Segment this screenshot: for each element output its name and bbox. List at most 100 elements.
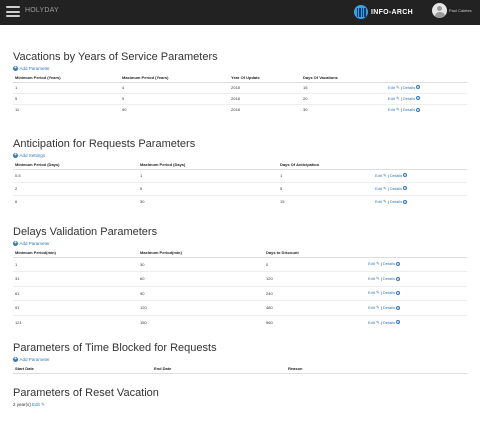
edit-link[interactable]: Edit: [375, 199, 382, 204]
info-icon[interactable]: i: [396, 291, 401, 296]
details-link[interactable]: Details: [390, 199, 402, 204]
info-icon[interactable]: i: [403, 199, 408, 204]
edit-link[interactable]: Edit: [368, 276, 375, 281]
edit-link[interactable]: Edit: [368, 261, 375, 266]
row-actions: Edit ✎|Details i: [373, 194, 467, 208]
anticipation-table: Minimum Period (Days) Maximum Period (Da…: [13, 160, 467, 208]
add-vacation-parameter-button[interactable]: + Add Parameter: [13, 65, 467, 72]
table-cell: 30: [301, 103, 386, 115]
details-link[interactable]: Details: [383, 261, 395, 266]
info-icon[interactable]: i: [416, 107, 421, 112]
edit-link[interactable]: Edit: [368, 320, 375, 325]
reset-vacation-value: 2 year(s): [13, 402, 31, 407]
table-cell: 5: [13, 92, 120, 104]
pencil-icon[interactable]: ✎: [396, 96, 400, 102]
pencil-icon[interactable]: ✎: [396, 107, 400, 113]
details-link[interactable]: Details: [383, 305, 395, 310]
reset-edit-link[interactable]: Edit: [32, 402, 40, 407]
delays-title: Delays Validation Parameters: [13, 226, 158, 238]
edit-link[interactable]: Edit: [388, 96, 395, 101]
column-header: Maximum Period(min): [138, 248, 264, 258]
reset-vacation-value-line: 2 year(s) Edit ✎: [13, 402, 467, 408]
info-icon[interactable]: i: [416, 96, 421, 101]
hamburger-menu-icon[interactable]: [6, 6, 20, 17]
add-time-blocked-parameter-button[interactable]: + Add Parameter: [13, 356, 467, 363]
pencil-icon[interactable]: ✎: [41, 402, 45, 408]
info-icon[interactable]: i: [403, 186, 408, 191]
table-cell: 2: [13, 181, 138, 195]
details-link[interactable]: Details: [390, 186, 402, 191]
pencil-icon[interactable]: ✎: [383, 199, 387, 205]
plus-circle-icon: +: [13, 356, 18, 362]
anticipation-title: Anticipation for Requests Parameters: [13, 138, 196, 150]
edit-link[interactable]: Edit: [368, 305, 375, 310]
edit-link[interactable]: Edit: [375, 186, 382, 191]
table-cell: 150: [138, 314, 264, 330]
row-actions: Edit ✎|Details i: [373, 181, 467, 195]
delays-section: Delays Validation Parameters + Add Param…: [13, 226, 467, 330]
column-header: Minimum Period (Days): [13, 160, 138, 170]
column-header: Minimum Period (Years): [13, 73, 120, 83]
column-header: Days Of Vacations: [301, 73, 386, 83]
table-cell: 5: [278, 181, 373, 195]
table-row: 11 90 2018 30 Edit ✎|Details i: [13, 103, 467, 115]
info-icon[interactable]: i: [396, 262, 401, 267]
table-cell: 90: [120, 103, 229, 115]
row-actions: Edit ✎|Details i: [366, 300, 467, 315]
table-cell: 2018: [231, 85, 240, 90]
info-icon[interactable]: i: [403, 173, 408, 178]
logo-icon: [354, 5, 368, 19]
details-link[interactable]: Details: [403, 85, 415, 90]
table-row: 2 5 5 Edit ✎|Details i: [13, 181, 467, 195]
info-icon[interactable]: i: [396, 320, 401, 325]
table-cell: 2018: [229, 92, 301, 104]
table-cell: 480: [264, 300, 366, 315]
avatar[interactable]: [432, 3, 447, 18]
pencil-icon[interactable]: ✎: [376, 261, 380, 267]
row-actions: Edit ✎|Details i: [368, 261, 401, 267]
table-cell: 20: [301, 92, 386, 104]
pencil-icon[interactable]: ✎: [383, 173, 387, 179]
add-delay-parameter-button[interactable]: + Add Parameter: [13, 240, 467, 247]
details-link[interactable]: Details: [383, 320, 395, 325]
details-link[interactable]: Details: [390, 173, 402, 178]
table-cell: 5: [138, 181, 278, 195]
edit-link[interactable]: Edit: [368, 290, 375, 295]
pencil-icon[interactable]: ✎: [396, 85, 400, 91]
pencil-icon[interactable]: ✎: [376, 276, 380, 282]
table-row: 6 30 15 Edit ✎|Details i: [13, 194, 467, 208]
column-header: End Date: [152, 364, 286, 374]
table-cell: 1: [280, 173, 283, 178]
app-brand[interactable]: HOLYDAY: [25, 7, 59, 14]
info-icon[interactable]: i: [396, 276, 401, 281]
details-link[interactable]: Details: [403, 107, 415, 112]
user-name[interactable]: Paul Caletes: [449, 8, 472, 13]
pencil-icon[interactable]: ✎: [376, 305, 380, 311]
edit-link[interactable]: Edit: [375, 173, 382, 178]
table-cell: 91: [13, 300, 138, 315]
company-logo: INFO-ARCH: [354, 5, 413, 19]
table-cell: 1: [15, 85, 18, 90]
details-link[interactable]: Details: [383, 276, 395, 281]
info-icon[interactable]: i: [416, 85, 421, 90]
info-icon[interactable]: i: [396, 305, 401, 310]
time-blocked-section: Parameters of Time Blocked for Requests …: [13, 342, 467, 374]
pencil-icon[interactable]: ✎: [383, 186, 387, 192]
table-cell: 30: [140, 261, 145, 267]
delays-table: Minimum Period(min) Maximum Period(min) …: [13, 248, 467, 330]
details-link[interactable]: Details: [383, 290, 395, 295]
pencil-icon[interactable]: ✎: [376, 290, 380, 296]
edit-link[interactable]: Edit: [388, 85, 395, 90]
column-header: [373, 160, 467, 170]
add-settings-button[interactable]: + Add Settings: [13, 152, 467, 159]
vacations-title: Vacations by Years of Service Parameters: [13, 51, 218, 63]
column-header: [386, 73, 467, 83]
row-actions: Edit ✎|Details i: [386, 103, 467, 115]
table-row: 61 90 240 Edit ✎|Details i: [13, 285, 467, 301]
user-menu[interactable]: Paul Caletes: [432, 3, 472, 18]
details-link[interactable]: Details: [403, 96, 415, 101]
column-header: Days Of Anticipation: [278, 160, 373, 170]
pencil-icon[interactable]: ✎: [376, 320, 380, 326]
table-row: 5 9 2018 20 Edit ✎|Details i: [13, 92, 467, 104]
edit-link[interactable]: Edit: [388, 107, 395, 112]
